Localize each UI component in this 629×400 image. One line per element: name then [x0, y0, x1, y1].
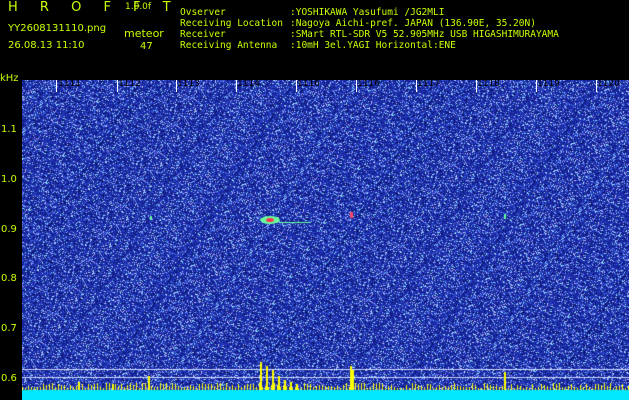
x-tick-label: 1114: [237, 79, 260, 89]
receiver-value: :SMart RTL-SDR V5 52.905MHz USB HIGASHIM…: [290, 29, 559, 40]
y-axis-unit: kHz: [0, 73, 19, 84]
meteor-count: 47: [140, 41, 153, 52]
app-version: 1.0.0f: [125, 2, 152, 12]
y-tick-label: 1.0: [1, 174, 17, 185]
app-title: H R O F F T: [8, 0, 180, 15]
y-tick-label: 0.9: [1, 224, 17, 235]
x-tick-line: [56, 80, 57, 92]
antenna-label: Receiving Antenna: [180, 40, 278, 51]
y-tick-label: 1.1: [1, 124, 17, 135]
x-tick-label: 1117: [417, 79, 440, 89]
location-value: :Nagoya Aichi-pref. JAPAN (136.90E, 35.2…: [290, 18, 536, 29]
x-tick-label: 1111: [58, 79, 81, 89]
x-tick-label: 1118: [477, 79, 500, 89]
x-tick-label: 1113: [177, 79, 200, 89]
spectrogram-canvas: [22, 80, 629, 400]
receiver-label: Receiver: [180, 29, 226, 40]
timestamp: 26.08.13 11:10: [8, 40, 85, 51]
x-tick-label: 1120: [597, 79, 620, 89]
x-tick-label: 1119: [537, 79, 560, 89]
observer-label: Ovserver: [180, 7, 226, 18]
x-tick-label: 1116: [297, 79, 320, 89]
y-tick-label: 0.8: [1, 273, 17, 284]
location-label: Receiving Location: [180, 18, 283, 29]
y-tick-label: 0.7: [1, 323, 17, 334]
meteor-label: meteor: [124, 27, 164, 40]
image-filename: YY2608131110.png: [8, 23, 107, 34]
y-tick-label: 0.6: [1, 373, 17, 384]
observer-value: :YOSHIKAWA Yasufumi /JG2MLI: [290, 7, 445, 18]
x-tick-label: 1116: [357, 79, 380, 89]
spectrogram-plot: [22, 80, 629, 400]
antenna-value: :10mH 3el.YAGI Horizontal:ENE: [290, 40, 456, 51]
x-tick-label: 1112: [118, 79, 141, 89]
